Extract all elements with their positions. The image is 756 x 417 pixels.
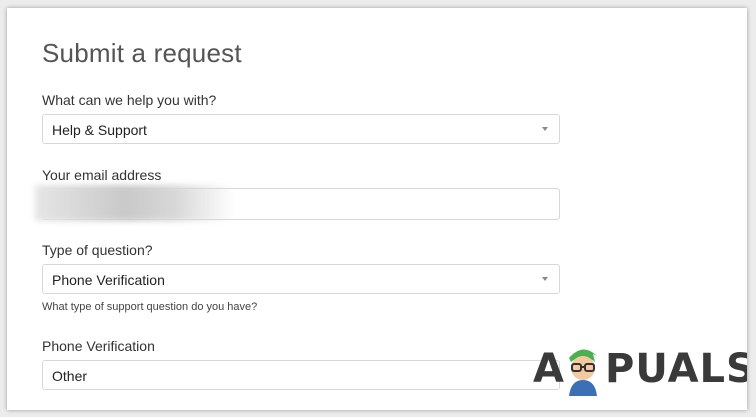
email-input[interactable] [42,188,560,220]
chevron-down-icon [542,277,548,281]
request-form-card: Submit a request What can we help you wi… [7,8,747,410]
question-type-hint: What type of support question do you hav… [42,301,258,313]
mascot-icon [569,349,597,396]
phone-verification-select[interactable]: Other [42,360,560,390]
question-type-select[interactable]: Phone Verification [42,264,560,294]
watermark-text: PUALS [605,346,747,392]
page-title: Submit a request [42,38,242,68]
phone-verification-label: Phone Verification [42,338,155,354]
chevron-down-icon [542,127,548,131]
phone-verification-value: Other [52,368,88,384]
question-type-label: Type of question? [42,242,153,258]
question-type-value: Phone Verification [52,272,165,288]
help-topic-select[interactable]: Help & Support [42,114,560,144]
help-topic-label: What can we help you with? [42,92,217,108]
appuals-watermark: A PUALS [533,338,747,398]
email-label: Your email address [42,167,162,183]
help-topic-value: Help & Support [52,122,147,138]
